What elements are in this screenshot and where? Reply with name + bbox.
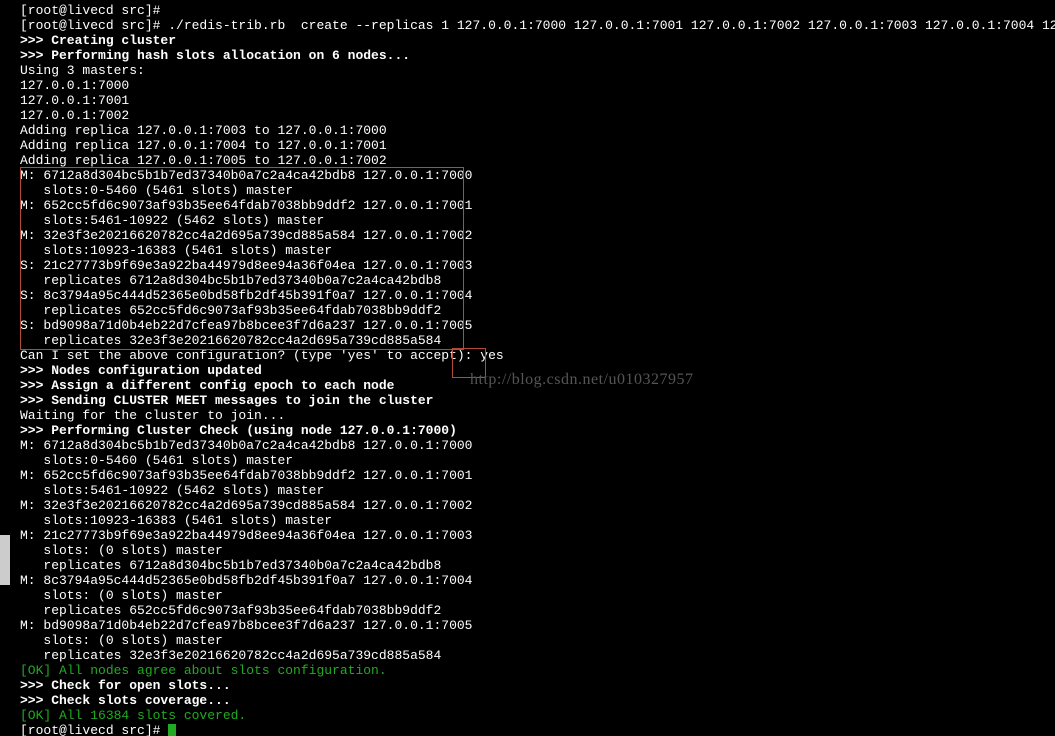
terminal-line: Can I set the above configuration? (type… bbox=[20, 348, 1055, 363]
terminal-line: [OK] All nodes agree about slots configu… bbox=[20, 663, 1055, 678]
terminal-line: 127.0.0.1:7002 bbox=[20, 108, 1055, 123]
terminal-line: Using 3 masters: bbox=[20, 63, 1055, 78]
terminal-line: replicates 652cc5fd6c9073af93b35ee64fdab… bbox=[20, 603, 1055, 618]
terminal-line: slots:10923-16383 (5461 slots) master bbox=[20, 513, 1055, 528]
terminal-line: replicates 652cc5fd6c9073af93b35ee64fdab… bbox=[20, 303, 1055, 318]
terminal-line: M: 21c27773b9f69e3a922ba44979d8ee94a36f0… bbox=[20, 528, 1055, 543]
scrollbar-thumb[interactable] bbox=[0, 535, 10, 585]
terminal-line: M: 652cc5fd6c9073af93b35ee64fdab7038bb9d… bbox=[20, 468, 1055, 483]
cursor-icon bbox=[168, 724, 176, 736]
terminal-line: Adding replica 127.0.0.1:7005 to 127.0.0… bbox=[20, 153, 1055, 168]
terminal-line: slots: (0 slots) master bbox=[20, 543, 1055, 558]
terminal-line: replicates 32e3f3e20216620782cc4a2d695a7… bbox=[20, 333, 1055, 348]
terminal-line: replicates 6712a8d304bc5b1b7ed37340b0a7c… bbox=[20, 273, 1055, 288]
terminal-line: S: 21c27773b9f69e3a922ba44979d8ee94a36f0… bbox=[20, 258, 1055, 273]
terminal-line: M: 32e3f3e20216620782cc4a2d695a739cd885a… bbox=[20, 228, 1055, 243]
terminal-line: S: bd9098a71d0b4eb22d7cfea97b8bcee3f7d6a… bbox=[20, 318, 1055, 333]
terminal-line: replicates 32e3f3e20216620782cc4a2d695a7… bbox=[20, 648, 1055, 663]
terminal-line: >>> Performing Cluster Check (using node… bbox=[20, 423, 1055, 438]
terminal-line: M: 6712a8d304bc5b1b7ed37340b0a7c2a4ca42b… bbox=[20, 168, 1055, 183]
terminal-line: >>> Nodes configuration updated bbox=[20, 363, 1055, 378]
terminal-line: 127.0.0.1:7001 bbox=[20, 93, 1055, 108]
terminal-line: slots: (0 slots) master bbox=[20, 588, 1055, 603]
terminal-line: >>> Check slots coverage... bbox=[20, 693, 1055, 708]
terminal-line: [root@livecd src]# bbox=[20, 3, 1055, 18]
terminal-line: slots:5461-10922 (5462 slots) master bbox=[20, 483, 1055, 498]
terminal-line: [root@livecd src]# ./redis-trib.rb creat… bbox=[20, 18, 1055, 33]
terminal-line: slots:0-5460 (5461 slots) master bbox=[20, 183, 1055, 198]
terminal-line: slots: (0 slots) master bbox=[20, 633, 1055, 648]
terminal-line: [OK] All 16384 slots covered. bbox=[20, 708, 1055, 723]
terminal-line: slots:0-5460 (5461 slots) master bbox=[20, 453, 1055, 468]
terminal-line: M: 32e3f3e20216620782cc4a2d695a739cd885a… bbox=[20, 498, 1055, 513]
terminal[interactable]: [root@livecd src]#[root@livecd src]# ./r… bbox=[0, 0, 1055, 736]
terminal-line: Adding replica 127.0.0.1:7003 to 127.0.0… bbox=[20, 123, 1055, 138]
terminal-line: slots:5461-10922 (5462 slots) master bbox=[20, 213, 1055, 228]
terminal-line: [root@livecd src]# bbox=[20, 723, 1055, 736]
terminal-line: >>> Assign a different config epoch to e… bbox=[20, 378, 1055, 393]
terminal-line: M: 8c3794a95c444d52365e0bd58fb2df45b391f… bbox=[20, 573, 1055, 588]
terminal-line: >>> Performing hash slots allocation on … bbox=[20, 48, 1055, 63]
terminal-line: M: 652cc5fd6c9073af93b35ee64fdab7038bb9d… bbox=[20, 198, 1055, 213]
terminal-line: M: bd9098a71d0b4eb22d7cfea97b8bcee3f7d6a… bbox=[20, 618, 1055, 633]
terminal-line: >>> Sending CLUSTER MEET messages to joi… bbox=[20, 393, 1055, 408]
terminal-line: >>> Creating cluster bbox=[20, 33, 1055, 48]
terminal-line: >>> Check for open slots... bbox=[20, 678, 1055, 693]
terminal-line: 127.0.0.1:7000 bbox=[20, 78, 1055, 93]
terminal-line: Waiting for the cluster to join... bbox=[20, 408, 1055, 423]
terminal-line: S: 8c3794a95c444d52365e0bd58fb2df45b391f… bbox=[20, 288, 1055, 303]
terminal-line: M: 6712a8d304bc5b1b7ed37340b0a7c2a4ca42b… bbox=[20, 438, 1055, 453]
terminal-line: slots:10923-16383 (5461 slots) master bbox=[20, 243, 1055, 258]
terminal-line: Adding replica 127.0.0.1:7004 to 127.0.0… bbox=[20, 138, 1055, 153]
terminal-line: replicates 6712a8d304bc5b1b7ed37340b0a7c… bbox=[20, 558, 1055, 573]
